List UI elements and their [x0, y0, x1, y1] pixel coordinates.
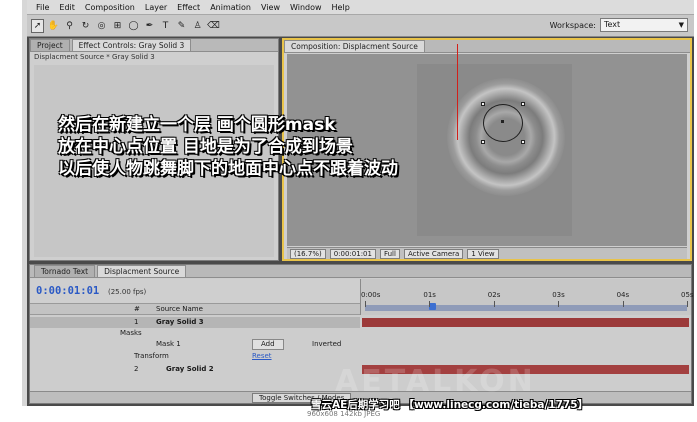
- caption-line-1: 然后在新建立一个层 画个圆形mask: [58, 115, 336, 135]
- mask-row[interactable]: Mask 1 Add Inverted: [30, 339, 360, 350]
- layer-name[interactable]: Gray Solid 2: [166, 364, 214, 375]
- tab-tornado-text[interactable]: Tornado Text: [34, 265, 96, 277]
- image-info: 960x608 142kb JPEG: [307, 410, 381, 418]
- column-source-name[interactable]: Source Name: [156, 304, 203, 314]
- menu-bar: File Edit Composition Layer Effect Anima…: [27, 0, 694, 15]
- ruler-tick-label: 01s: [423, 291, 436, 299]
- workspace-value: Text: [604, 20, 621, 29]
- layer-index: 2: [134, 365, 139, 373]
- transform-label: Transform: [134, 352, 169, 360]
- ruler-tick-label: 0:00s: [361, 291, 381, 299]
- tutorial-caption: 然后在新建立一个层 画个圆形mask 放在中心点位置 目地是为了合成到场景 以后…: [58, 114, 528, 180]
- rotate-tool-icon[interactable]: ↻: [79, 19, 92, 33]
- ruler-tick: [429, 301, 431, 307]
- caption-line-2: 放在中心点位置 目地是为了合成到场景: [58, 137, 353, 157]
- tab-composition[interactable]: Composition: Displacment Source: [284, 40, 425, 52]
- menu-effect[interactable]: Effect: [172, 3, 205, 12]
- ruler-tick: [622, 301, 624, 307]
- menu-view[interactable]: View: [256, 3, 285, 12]
- watermark-logo: AETALKON: [335, 364, 536, 399]
- transform-group-row[interactable]: Transform Reset: [30, 351, 360, 362]
- ruler-tick-label: 05s: [681, 291, 694, 299]
- mask-mode-dropdown[interactable]: Add: [252, 339, 284, 350]
- time-ruler[interactable]: 0:00s 01s 02s 03s 04s 05s: [360, 279, 694, 315]
- tab-project[interactable]: Project: [30, 39, 70, 51]
- mask-inverted-label: Inverted: [312, 340, 342, 348]
- menu-file[interactable]: File: [31, 3, 54, 12]
- menu-composition[interactable]: Composition: [80, 3, 140, 12]
- eraser-tool-icon[interactable]: ⌫: [207, 19, 220, 33]
- ruler-tick-label: 02s: [487, 291, 501, 299]
- layer-index: 1: [134, 318, 139, 326]
- masks-group-row[interactable]: Masks: [30, 328, 360, 339]
- layer-1-duration-bar[interactable]: [362, 318, 689, 327]
- page-left-margin: [0, 0, 27, 422]
- ruler-tick: [687, 301, 688, 307]
- mask-handle[interactable]: [481, 102, 485, 106]
- ruler-tick-label: 04s: [616, 291, 630, 299]
- resolution-dropdown[interactable]: Full: [379, 248, 400, 259]
- left-panel-tabs: Project Effect Controls: Gray Solid 3: [30, 39, 278, 52]
- effect-controls-subtitle: Displacment Source * Gray Solid 3: [30, 52, 278, 63]
- workspace-switcher: Workspace: Text ▼: [550, 18, 688, 32]
- layer-row-2[interactable]: 2 Gray Solid 2: [30, 364, 360, 375]
- masks-label: Masks: [120, 329, 142, 337]
- brush-tool-icon[interactable]: ✎: [175, 19, 188, 33]
- camera-tool-icon[interactable]: ◎: [95, 19, 108, 33]
- frame-rate: (25.00 fps): [108, 288, 147, 296]
- hand-tool-icon[interactable]: ✋: [47, 19, 60, 33]
- reset-link[interactable]: Reset: [252, 351, 272, 362]
- viewer-timecode[interactable]: 0:00:01:01: [329, 248, 376, 259]
- menu-animation[interactable]: Animation: [205, 3, 256, 12]
- column-number: #: [134, 305, 140, 313]
- work-area-bar[interactable]: [365, 305, 687, 311]
- caption-line-3: 以后使人物跳舞脚下的地面中心点不跟着波动: [58, 159, 398, 179]
- ellipse-mask-tool-icon[interactable]: ◯: [127, 19, 140, 33]
- ruler-tick: [365, 301, 366, 307]
- menu-layer[interactable]: Layer: [140, 3, 172, 12]
- chevron-down-icon: ▼: [678, 21, 684, 29]
- mask-handle[interactable]: [521, 102, 525, 106]
- current-time-display[interactable]: 0:00:01:01: [36, 285, 99, 297]
- camera-dropdown[interactable]: Active Camera: [403, 248, 464, 259]
- menu-window[interactable]: Window: [285, 3, 327, 12]
- layer-column-header: # Source Name: [30, 303, 360, 315]
- layer-row-1[interactable]: 1 Gray Solid 3: [30, 317, 360, 328]
- ruler-tick: [558, 301, 560, 307]
- after-effects-window: File Edit Composition Layer Effect Anima…: [27, 0, 694, 406]
- mask-name[interactable]: Mask 1: [156, 339, 181, 350]
- menu-help[interactable]: Help: [327, 3, 355, 12]
- type-tool-icon[interactable]: T: [159, 19, 172, 33]
- workspace-label: Workspace:: [549, 20, 596, 30]
- tab-displacment-source[interactable]: Displacment Source: [97, 265, 187, 277]
- selection-tool-icon[interactable]: ➚: [31, 18, 44, 33]
- layer-name[interactable]: Gray Solid 3: [156, 317, 204, 328]
- zoom-dropdown[interactable]: (16.7%): [290, 248, 326, 259]
- clone-stamp-tool-icon[interactable]: ♙: [191, 19, 204, 33]
- menu-edit[interactable]: Edit: [54, 3, 80, 12]
- ruler-tick-label: 03s: [552, 291, 565, 299]
- workspace-dropdown[interactable]: Text ▼: [600, 18, 688, 32]
- ruler-tick: [493, 301, 495, 307]
- view-layout-dropdown[interactable]: 1 View: [467, 248, 499, 259]
- tools-panel: ➚ ✋ ⚲ ↻ ◎ ⊞ ◯ ✒ T ✎ ♙ ⌫ Workspace: Text …: [27, 15, 694, 37]
- tab-effect-controls[interactable]: Effect Controls: Gray Solid 3: [71, 39, 192, 51]
- pen-tool-icon[interactable]: ✒: [143, 19, 156, 33]
- timeline-tabs: Tornado Text Displacment Source: [30, 265, 691, 278]
- viewer-controls: (16.7%) 0:00:01:01 Full Active Camera 1 …: [287, 247, 687, 259]
- composition-panel-tabs: Composition: Displacment Source: [284, 40, 690, 53]
- pan-behind-tool-icon[interactable]: ⊞: [111, 19, 124, 33]
- zoom-tool-icon[interactable]: ⚲: [63, 19, 76, 33]
